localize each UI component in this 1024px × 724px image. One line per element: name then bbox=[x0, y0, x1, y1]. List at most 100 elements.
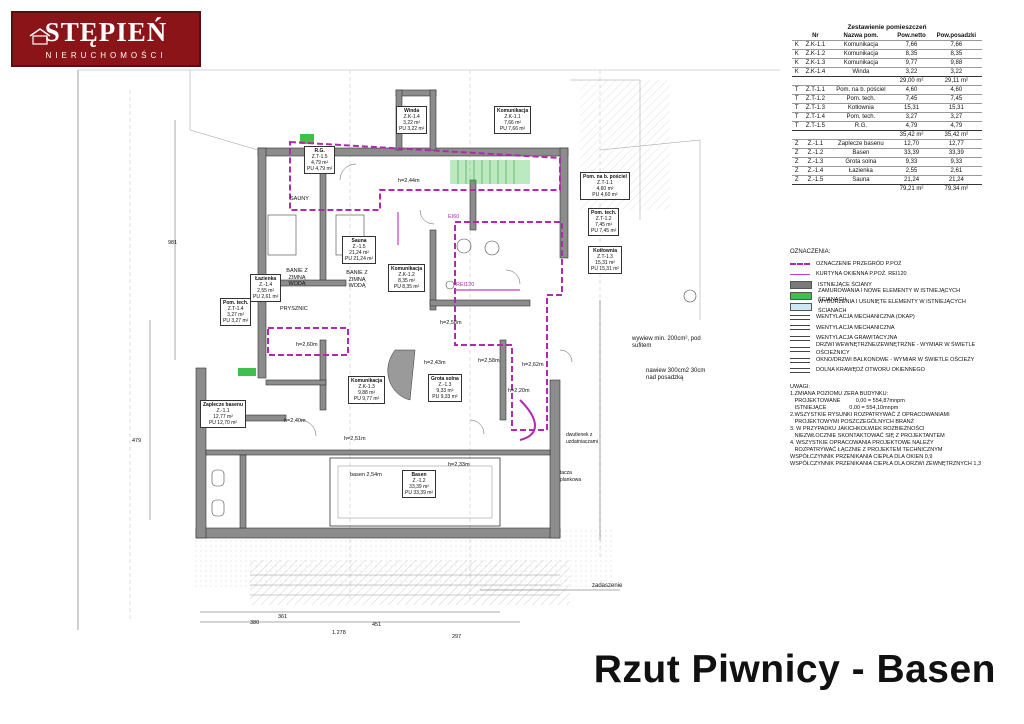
table-cell: 33,39 bbox=[892, 148, 931, 158]
table-cell: Z.K-1.4 bbox=[801, 67, 830, 77]
note-line: 3. W PRZYPADKU JAKICHKOLWIEK ROZBIEŻNOŚC… bbox=[790, 426, 925, 432]
height-label: h=2,43m bbox=[424, 360, 446, 366]
table-cell: Pom. tech. bbox=[829, 94, 893, 104]
table-cell: Z.-1.2 bbox=[801, 148, 830, 158]
room-pu: PU 12,70 m² bbox=[208, 420, 238, 426]
room-label-kotlownia: Kotłownia Z.T-1.3 15,31 m² PU 15,31 m² bbox=[588, 246, 623, 274]
note-line: 1.ZMIANA POZIOMU ZERA BUDYNKU: bbox=[790, 391, 889, 397]
dimension-label: 297 bbox=[452, 634, 462, 640]
legend-swatch-icon bbox=[790, 274, 810, 276]
table-cell: 15,31 bbox=[892, 103, 931, 113]
table-cell: T bbox=[792, 85, 802, 95]
note-line: WSPÓŁCZYNNIK PRZENIKANIA CIEPŁA DLA OKIE… bbox=[790, 454, 933, 460]
table-header: Nazwa pom. bbox=[843, 33, 879, 39]
legend-item: OZNACZENIE PRZEGRÓD P.POŻ bbox=[790, 259, 990, 270]
basen-height-label: basen 2,54m bbox=[350, 472, 382, 478]
note-line: 4. WSZYSTKIE OPRACOWANIA PROJEKTOWE NALE… bbox=[790, 440, 934, 446]
legend-swatch-icon bbox=[790, 325, 810, 331]
notes-lines: 1.ZMIANA POZIOMU ZERA BUDYNKU: PROJEKTOW… bbox=[790, 391, 981, 468]
floor-plan bbox=[77, 69, 780, 630]
rei-label: REI120 bbox=[456, 282, 475, 288]
legend-heading: OZNACZENIA: bbox=[790, 249, 831, 255]
dimension-label: 361 bbox=[278, 614, 288, 620]
room-pu: PU 2,61 m² bbox=[253, 294, 279, 300]
height-label: h=2,20m bbox=[508, 388, 530, 394]
table-cell: R.G. bbox=[829, 121, 893, 131]
height-label: h=2,51m bbox=[344, 436, 366, 442]
table-cell: Kotłownia bbox=[829, 103, 893, 113]
table-cell: Komunikacja bbox=[829, 58, 893, 68]
table-row: T Z.T-1.5 R.G. 4,79 4,79 bbox=[792, 121, 982, 131]
notes-heading: UWAGI: bbox=[790, 384, 810, 390]
dimension-label: 380 bbox=[250, 620, 260, 626]
zadaszenie-note: zadaszenie bbox=[592, 583, 623, 589]
table-cell: 8,35 bbox=[892, 49, 931, 59]
table-cell bbox=[829, 184, 893, 193]
table-cell: 7,45 bbox=[930, 94, 982, 104]
table-row: K Z.K-1.3 Komunikacja 9,77 9,88 bbox=[792, 58, 982, 68]
table-row: T Z.T-1.1 Pom. na b. pościel 4,60 4,60 bbox=[792, 85, 982, 95]
tacza-note: tacza plankowa bbox=[560, 470, 582, 483]
legend-item: DOLNA KRAWĘDŹ OTWORU OKIENNEGO bbox=[790, 365, 990, 376]
room-pu: PU 9,33 m² bbox=[432, 394, 458, 400]
table-cell: Zaplecze basenu bbox=[829, 139, 893, 149]
legend-swatch-icon bbox=[790, 368, 810, 374]
table-cell: 3,22 bbox=[930, 67, 982, 77]
table-cell: Komunikacja bbox=[829, 40, 893, 50]
table-cell bbox=[792, 76, 802, 86]
room-pu: PU 15,31 m² bbox=[591, 266, 620, 272]
table-cell: Z.T-1.4 bbox=[801, 112, 830, 122]
table-cell: 2,55 bbox=[892, 166, 931, 176]
table-header: Nr bbox=[812, 33, 819, 39]
legend-swatch-icon bbox=[790, 357, 810, 363]
table-row: K Z.K-1.4 Winda 3,22 3,22 bbox=[792, 67, 982, 77]
table-cell: Z.K-1.1 bbox=[801, 40, 830, 50]
notes: UWAGI: 1.ZMIANA POZIOMU ZERA BUDYNKU: PR… bbox=[790, 384, 981, 468]
room-table-body: K Z.K-1.1 Komunikacja 7,66 7,66 K Z.K-1.2 Komun… bbox=[792, 40, 982, 193]
table-row: Z Z.-1.1 Zaplecze basenu 12,70 12,77 bbox=[792, 139, 982, 149]
table-cell: 9,33 bbox=[892, 157, 931, 167]
table-row: Z Z.-1.4 Łazienka 2,55 2,61 bbox=[792, 166, 982, 176]
room-label-sauna: Sauna Z.-1.5 21,24 m² PU 21,24 m² bbox=[342, 236, 377, 264]
table-cell: Winda bbox=[829, 67, 893, 77]
room-label-komunikacja-1: Komunikacja Z.K-1.1 7,66 m² PU 7,66 m² bbox=[494, 106, 532, 134]
height-label: h=2,60m bbox=[296, 342, 318, 348]
drawing-sheet: STĘPIEŃ NIERUCHOMOŚCI Winda Z.K-1.4 3,22… bbox=[0, 0, 1024, 724]
dimension-label: 981 bbox=[168, 240, 178, 246]
table-cell: K bbox=[792, 67, 802, 77]
room-label-rg: R.G. Z.T-1.5 4,79 m² PU 4,79 m² bbox=[304, 146, 336, 174]
room-label-pom-tech-1: Pom. tech. Z.T-1.2 7,45 m² PU 7,45 m² bbox=[588, 208, 620, 236]
sauny-label: SAUNY bbox=[290, 196, 309, 202]
legend-label: DOLNA KRAWĘDŹ OTWORU OKIENNEGO bbox=[816, 367, 925, 374]
table-cell: K bbox=[792, 49, 802, 59]
legend-swatch-icon bbox=[790, 281, 812, 290]
table-cell bbox=[801, 130, 830, 140]
room-pu: PU 8,35 m² bbox=[393, 284, 420, 290]
table-sum-cell: 79,21 m² bbox=[892, 184, 931, 193]
table-cell: Z.T-1.1 bbox=[801, 85, 830, 95]
nawiew-note: nawiew 300cm2 30cm nad posadzką bbox=[646, 368, 706, 381]
bania-label-1: BANIE Z ZIMNĄ WODĄ bbox=[286, 268, 308, 287]
table-row: Z Z.-1.2 Basen 33,39 33,39 bbox=[792, 148, 982, 158]
legend-item: DRZWI WEWNĘTRZNE/ZEWNĘTRZNE - WYMIAR W Ś… bbox=[790, 342, 990, 356]
table-cell bbox=[801, 76, 830, 86]
table-cell: T bbox=[792, 103, 802, 113]
table-cell: Basen bbox=[829, 148, 893, 158]
table-sum-cell: 29,11 m² bbox=[930, 76, 982, 86]
legend: OZNACZENIA: OZNACZENIE PRZEGRÓD P.POŻ KUR… bbox=[790, 248, 990, 376]
legend-label: OZNACZENIE PRZEGRÓD P.POŻ bbox=[816, 260, 902, 267]
table-cell: Z.K-1.3 bbox=[801, 58, 830, 68]
legend-swatch-icon bbox=[790, 302, 812, 311]
table-cell: Z bbox=[792, 139, 802, 149]
note-line: NIEZWŁOCZNIE SKONTAKTOWAĆ SIĘ Z PROJEKTA… bbox=[790, 433, 945, 439]
dimension-label: 479 bbox=[132, 438, 142, 444]
room-label-komunikacja-3: Komunikacja Z.K-1.3 9,88 m² PU 9,77 m² bbox=[348, 376, 386, 404]
room-pu: PU 7,66 m² bbox=[499, 126, 526, 132]
table-row: T Z.T-1.4 Pom. tech. 3,27 3,27 bbox=[792, 112, 982, 122]
table-cell: 2,61 bbox=[930, 166, 982, 176]
table-row: K Z.K-1.2 Komunikacja 8,35 8,35 bbox=[792, 49, 982, 59]
table-cell: 12,77 bbox=[930, 139, 982, 149]
table-cell: K bbox=[792, 58, 802, 68]
table-sum-cell: 35,42 m² bbox=[930, 130, 982, 140]
note-line: 2.WSZYSTKIE RYSUNKI ROZPATRYWAĆ Z OPRACO… bbox=[790, 412, 950, 418]
